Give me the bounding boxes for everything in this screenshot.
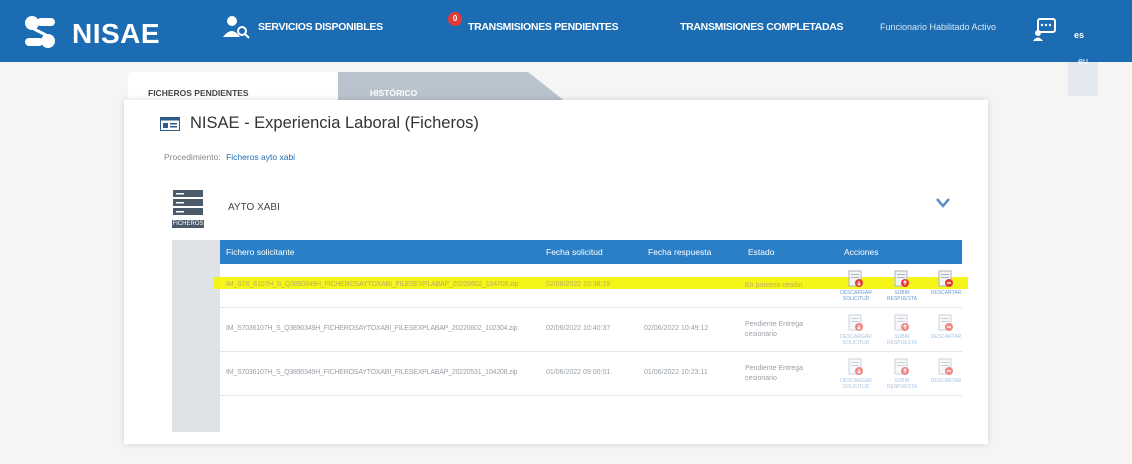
app-name: NISAE — [72, 18, 161, 49]
tab-history[interactable]: HISTÓRICO — [338, 72, 568, 102]
procedure-line: Procedimiento: Ficheros ayto xabi — [164, 152, 295, 162]
discard-button[interactable]: DESCARTAR — [924, 358, 968, 384]
row-file: IM_S7036107H_S_Q3890349H_FICHEROSAYTOXAB… — [226, 325, 518, 332]
section-side-column — [172, 240, 220, 432]
discard-button[interactable]: DESCARTAR — [924, 270, 968, 296]
col-status: Estado — [748, 247, 775, 257]
page-title: NISAE - Experiencia Laboral (Ficheros) — [160, 114, 479, 133]
files-table: Fichero solicitante Fecha solicitud Fech… — [214, 240, 968, 396]
col-response-date: Fecha respuesta — [648, 247, 712, 257]
user-chat-icon[interactable] — [1032, 18, 1056, 42]
document-upload-icon — [894, 270, 909, 287]
upload-response-label: SUBIR RESPUESTA — [887, 334, 917, 346]
server-icon — [173, 190, 203, 215]
download-request-label: DESCARGAR SOLICITUD — [840, 290, 872, 302]
nav-services-label: SERVICIOS DISPONIBLES — [258, 21, 383, 33]
row-status: Pendiente Entrega cesionario — [745, 365, 803, 382]
pending-count-badge: 0 — [448, 12, 462, 26]
nisae-logo-icon — [20, 13, 60, 51]
language-eu[interactable]: eu — [1068, 52, 1098, 96]
download-request-label: DESCARGAR SOLICITUD — [840, 378, 872, 390]
services-icon — [223, 16, 250, 39]
row-response-date: 01/06/2022 10:23:11 — [644, 369, 708, 376]
user-status: Funcionario Habilitado Activo — [880, 22, 997, 32]
document-download-icon — [848, 314, 863, 331]
row-status: En proceso cesión — [745, 282, 803, 289]
upload-response-button[interactable]: SUBIR RESPUESTA — [880, 314, 924, 346]
download-request-button[interactable]: DESCARGAR SOLICITUD — [834, 314, 878, 346]
row-request-date: 02/06/2022 10:40:37 — [546, 325, 611, 332]
table-header: Fichero solicitante Fecha solicitud Fech… — [220, 240, 962, 264]
upload-response-label: SUBIR RESPUESTA — [887, 290, 917, 302]
document-download-icon — [848, 358, 863, 375]
row-request-date: 02/06/2022 10:38:19 — [546, 281, 611, 288]
download-request-button[interactable]: DESCARGAR SOLICITUD — [834, 270, 878, 302]
page-title-text: NISAE - Experiencia Laboral (Ficheros) — [190, 114, 479, 132]
document-discard-icon — [938, 270, 953, 287]
row-file: IM_S7X_6107H_S_Q3890349H_FICHEROSAYTOXAB… — [226, 281, 519, 288]
discard-label: DESCARTAR — [930, 290, 962, 296]
nav-pending-transmissions[interactable]: 0 TRANSMISIONES PENDIENTES — [440, 0, 619, 62]
table-row: IM_S7036107H_S_Q3890349H_FICHEROSAYTOXAB… — [220, 352, 962, 396]
col-file: Fichero solicitante — [226, 247, 295, 257]
section-name: AYTO XABI — [228, 202, 280, 213]
download-request-button[interactable]: DESCARGAR SOLICITUD — [834, 358, 878, 390]
document-discard-icon — [938, 314, 953, 331]
row-file: IM_S7036107H_S_Q3890349H_FICHEROSAYTOXAB… — [226, 369, 518, 376]
row-status: Pendiente Entrega cesionario — [745, 321, 803, 338]
document-upload-icon — [894, 314, 909, 331]
upload-response-label: SUBIR RESPUESTA — [887, 378, 917, 390]
language-es[interactable]: es — [1074, 30, 1084, 40]
upload-response-button[interactable]: SUBIR RESPUESTA — [880, 358, 924, 390]
upload-response-button[interactable]: SUBIR RESPUESTA — [880, 270, 924, 302]
nav-completed-label: TRANSMISIONES COMPLETADAS — [680, 21, 844, 33]
nav-services-available[interactable]: SERVICIOS DISPONIBLES — [220, 0, 383, 62]
table-row: IM_S7X_6107H_S_Q3890349H_FICHEROSAYTOXAB… — [214, 264, 968, 308]
document-discard-icon — [938, 358, 953, 375]
chevron-down-icon[interactable] — [936, 198, 950, 208]
nav-completed-transmissions[interactable]: TRANSMISIONES COMPLETADAS — [680, 0, 844, 62]
id-card-icon — [160, 116, 180, 131]
document-download-icon — [848, 270, 863, 287]
discard-label: DESCARTAR — [930, 334, 962, 340]
tab-history-label: HISTÓRICO — [370, 88, 418, 98]
document-upload-icon — [894, 358, 909, 375]
content-card: NISAE - Experiencia Laboral (Ficheros) P… — [124, 100, 988, 444]
col-request-date: Fecha solicitud — [546, 247, 603, 257]
nav-pending-label: TRANSMISIONES PENDIENTES — [468, 21, 619, 33]
section-header[interactable]: FICHEROS AYTO XABI — [172, 188, 964, 228]
discard-button[interactable]: DESCARTAR — [924, 314, 968, 340]
row-request-date: 01/06/2022 09:00:01 — [546, 369, 611, 376]
section-icon-label: FICHEROS — [172, 220, 204, 228]
table-row: IM_S7036107H_S_Q3890349H_FICHEROSAYTOXAB… — [220, 308, 962, 352]
tab-pending-files[interactable]: FICHEROS PENDIENTES — [128, 72, 346, 102]
download-request-label: DESCARGAR SOLICITUD — [840, 334, 872, 346]
discard-label: DESCARTAR — [930, 378, 962, 384]
row-response-date: 02/06/2022 10:49:12 — [644, 325, 709, 332]
procedure-value: Ficheros ayto xabi — [226, 152, 296, 162]
col-actions: Acciones — [844, 247, 879, 257]
top-navigation-bar: NISAE SERVICIOS DISPONIBLES 0 TRANSMISIO… — [0, 0, 1132, 62]
procedure-label: Procedimiento: — [164, 152, 221, 162]
